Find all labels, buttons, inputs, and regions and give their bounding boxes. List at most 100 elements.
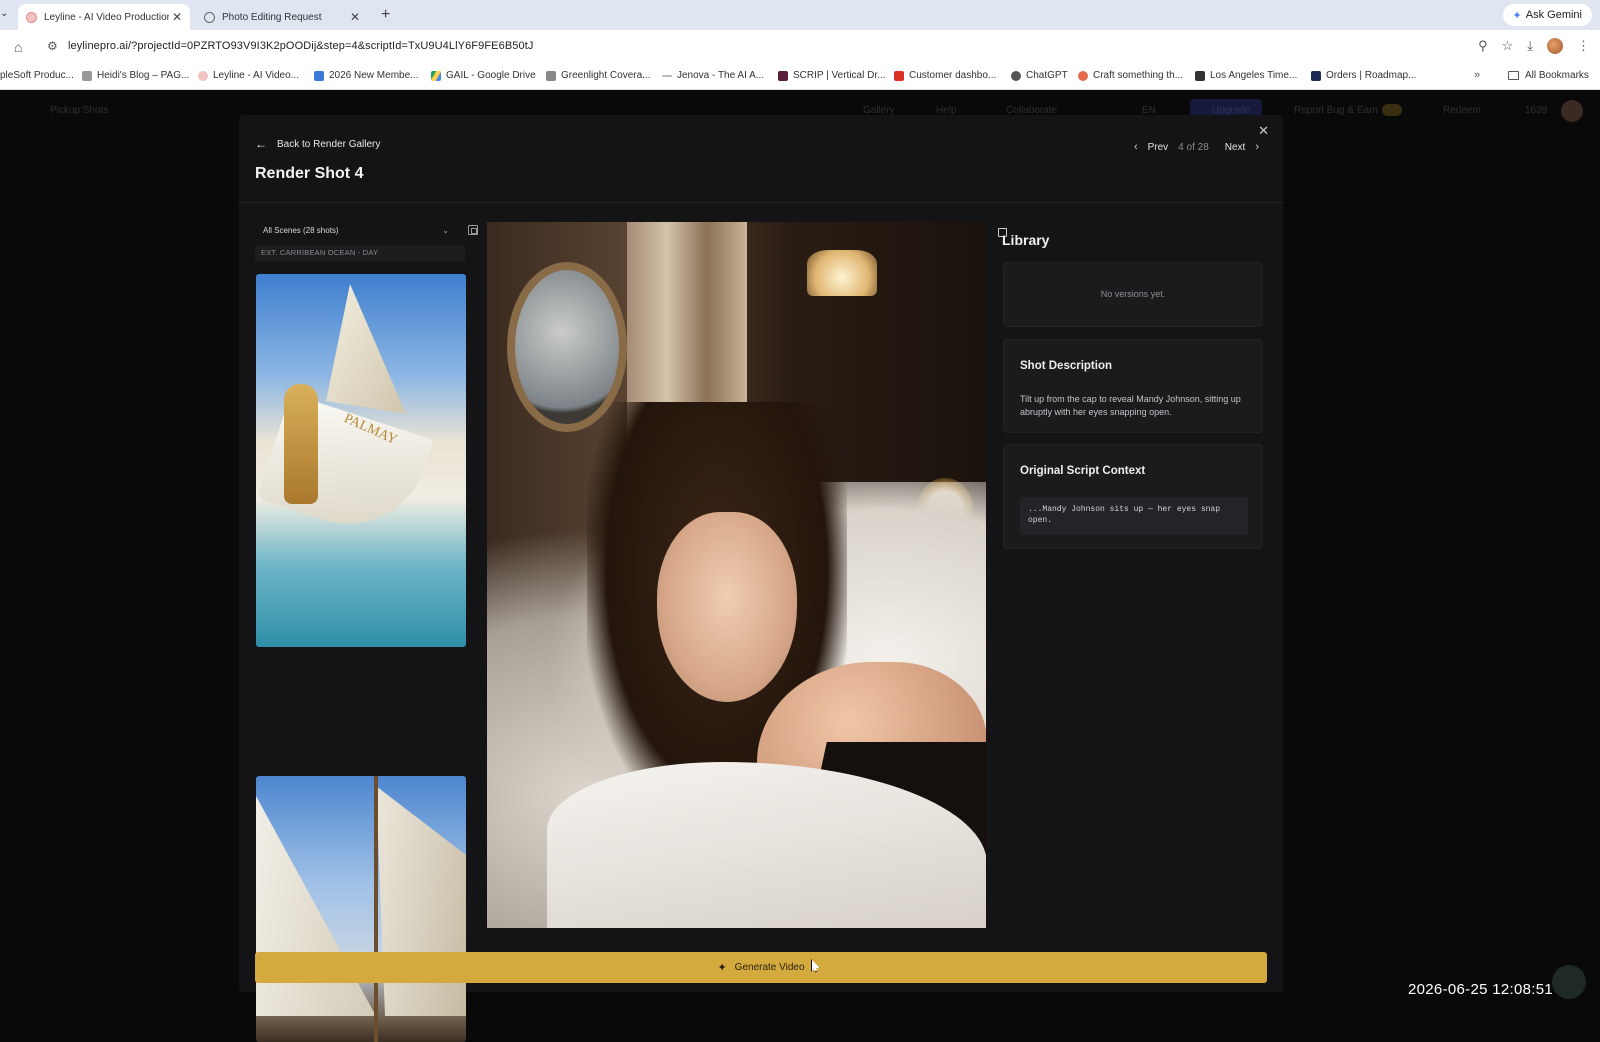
all-bookmarks-label: All Bookmarks bbox=[1525, 70, 1589, 81]
back-label: Back to Render Gallery bbox=[277, 138, 381, 150]
bookmark-label: pleSoft Produc... bbox=[0, 70, 74, 81]
shot-pager: ‹ Prev 4 of 28 Next › bbox=[1134, 141, 1259, 153]
tab-close-icon[interactable]: ✕ bbox=[172, 10, 182, 24]
gemini-sparkle-icon: ✦ bbox=[1512, 9, 1522, 22]
tab-list-chevron-icon[interactable]: ⌄ bbox=[0, 8, 8, 19]
nav-report-bug[interactable]: Report Bug & Earn bbox=[1294, 105, 1378, 116]
bookmark-favicon-icon bbox=[82, 70, 92, 81]
bookmark-favicon-icon bbox=[778, 70, 788, 81]
bookmark-label: Jenova - The AI A... bbox=[677, 70, 765, 81]
next-button[interactable]: Next bbox=[1225, 142, 1246, 153]
zoom-icon[interactable]: ⚲ bbox=[1478, 38, 1488, 54]
bookmark-favicon-icon bbox=[1311, 70, 1321, 81]
back-to-gallery-link[interactable]: ← Back to Render Gallery bbox=[255, 137, 380, 151]
bookmark-item[interactable]: Heidi's Blog – PAG... bbox=[82, 70, 189, 81]
shot-description-title: Shot Description bbox=[1020, 360, 1113, 372]
bookmark-label: 2026 New Membe... bbox=[329, 70, 419, 81]
bookmark-favicon-icon bbox=[662, 74, 672, 77]
bookmark-label: SCRIP | Vertical Dr... bbox=[793, 70, 886, 81]
tab-close-icon[interactable]: ✕ bbox=[350, 10, 360, 24]
render-shot-modal: ✕ ← Back to Render Gallery Render Shot 4… bbox=[239, 115, 1283, 1042]
ask-gemini-button[interactable]: ✦ Ask Gemini bbox=[1502, 4, 1592, 26]
bookmark-item[interactable]: 2026 New Membe... bbox=[314, 70, 419, 81]
layout-toggle-icon[interactable] bbox=[468, 225, 478, 235]
folder-icon bbox=[1508, 71, 1519, 80]
bookmark-label: Los Angeles Time... bbox=[1210, 70, 1298, 81]
bookmark-favicon-icon bbox=[546, 70, 556, 81]
bookmark-item[interactable]: Los Angeles Time... bbox=[1195, 70, 1297, 81]
script-context-title: Original Script Context bbox=[1020, 465, 1146, 477]
scene-select-value: All Scenes (28 shots) bbox=[263, 225, 339, 235]
address-bar: ⌂ ⚙ leylinepro.ai/?projectId=0PZRTO93V9I… bbox=[0, 30, 1600, 64]
all-bookmarks-folder[interactable]: All Bookmarks bbox=[1508, 70, 1589, 81]
home-icon[interactable]: ⌂ bbox=[14, 39, 22, 55]
bookmarks-bar: pleSoft Produc... Heidi's Blog – PAG... … bbox=[0, 64, 1600, 90]
bookmark-favicon-icon bbox=[1195, 70, 1205, 81]
sail-shape bbox=[326, 284, 406, 414]
shot-thumbnail[interactable] bbox=[256, 776, 466, 1042]
bookmark-label: Craft something th... bbox=[1093, 70, 1184, 81]
generate-video-label: Generate Video bbox=[734, 962, 805, 973]
chatgpt-icon bbox=[1011, 70, 1021, 81]
nav-redeem[interactable]: Redeem bbox=[1443, 105, 1481, 116]
bookmark-label: Heidi's Blog – PAG... bbox=[97, 70, 190, 81]
browser-tab-photo-editing[interactable]: Photo Editing Request ✕ bbox=[196, 4, 368, 30]
globe-favicon-icon bbox=[204, 11, 215, 23]
more-bookmarks-icon[interactable]: » bbox=[1474, 69, 1480, 81]
sail-shape bbox=[256, 796, 376, 1016]
script-context-text: ...Mandy Johnson sits up — her eyes snap… bbox=[1020, 497, 1248, 535]
bookmark-favicon-icon bbox=[198, 70, 208, 81]
page-title: Render Shot 4 bbox=[255, 165, 364, 182]
face-shape bbox=[657, 512, 797, 702]
library-versions-card: No versions yet. bbox=[1003, 262, 1263, 327]
leyline-favicon-icon bbox=[26, 11, 37, 23]
bookmark-label: Customer dashbo... bbox=[909, 70, 997, 81]
bookmark-item[interactable]: Craft something th... bbox=[1078, 70, 1183, 81]
bookmark-item[interactable]: Leyline - AI Video... bbox=[198, 70, 299, 81]
bookmark-item[interactable]: Customer dashbo... bbox=[894, 70, 996, 81]
close-icon[interactable]: ✕ bbox=[1258, 123, 1269, 139]
empty-versions-message: No versions yet. bbox=[1100, 289, 1166, 299]
chat-bubble-icon[interactable] bbox=[1552, 965, 1586, 999]
bookmark-favicon-icon bbox=[894, 70, 904, 81]
bookmark-item[interactable]: SCRIP | Vertical Dr... bbox=[778, 70, 885, 81]
site-settings-icon[interactable]: ⚙ bbox=[47, 39, 58, 53]
google-drive-icon bbox=[431, 70, 441, 81]
bookmark-favicon-icon bbox=[314, 70, 324, 81]
bookmark-label: GAIL - Google Drive bbox=[446, 70, 536, 81]
arrow-left-icon: ← bbox=[255, 137, 267, 151]
bookmark-item[interactable]: pleSoft Produc... bbox=[0, 70, 74, 81]
lamp-shape bbox=[807, 250, 877, 296]
bookmark-item[interactable]: Jenova - The AI A... bbox=[662, 70, 764, 81]
download-icon[interactable]: ⤓ bbox=[1527, 38, 1533, 54]
scene-heading: EXT. CARRIBEAN OCEAN - DAY bbox=[255, 245, 465, 261]
profile-avatar[interactable] bbox=[1547, 38, 1563, 54]
browser-tab-leyline[interactable]: Leyline - AI Video Production ✕ bbox=[18, 4, 190, 30]
address-bar-actions: ⚲ ☆ ⤓ ⋮ bbox=[1478, 38, 1590, 54]
user-avatar[interactable] bbox=[1561, 100, 1583, 122]
bookmark-item[interactable]: GAIL - Google Drive bbox=[431, 70, 536, 81]
chevron-right-icon[interactable]: › bbox=[1255, 141, 1259, 153]
scene-filter-select[interactable]: All Scenes (28 shots) ⌄ bbox=[255, 219, 457, 241]
shot-description-card: Shot Description Tilt up from the cap to… bbox=[1003, 339, 1263, 433]
browser-tab-bar: ⌄ Leyline - AI Video Production ✕ Photo … bbox=[0, 0, 1600, 30]
reward-badge bbox=[1382, 104, 1402, 116]
bookmark-item[interactable]: Orders | Roadmap... bbox=[1311, 70, 1416, 81]
bookmark-item[interactable]: ChatGPT bbox=[1011, 70, 1068, 81]
url-field[interactable]: leylinepro.ai/?projectId=0PZRTO93V9I3K2p… bbox=[68, 40, 533, 52]
generate-video-button[interactable]: ✦ Generate Video bbox=[255, 952, 1267, 983]
new-tab-icon[interactable]: + bbox=[381, 6, 390, 24]
credits-count: 1639 bbox=[1525, 105, 1548, 116]
chevron-left-icon[interactable]: ‹ bbox=[1134, 141, 1138, 153]
shot-thumbnail[interactable]: PALMAY bbox=[256, 274, 466, 647]
bookmark-label: Leyline - AI Video... bbox=[213, 70, 299, 81]
shot-description-text: Tilt up from the cap to reveal Mandy Joh… bbox=[1020, 394, 1241, 417]
nav-pickup-shots[interactable]: Pickup Shots bbox=[50, 105, 108, 116]
bookmark-item[interactable]: Greenlight Covera... bbox=[546, 70, 651, 81]
render-preview-image[interactable] bbox=[487, 222, 986, 928]
tab-label: Photo Editing Request bbox=[222, 11, 322, 23]
shot-counter: 4 of 28 bbox=[1178, 141, 1209, 153]
bookmark-star-icon[interactable]: ☆ bbox=[1502, 38, 1514, 54]
browser-menu-icon[interactable]: ⋮ bbox=[1577, 38, 1590, 54]
prev-button[interactable]: Prev bbox=[1148, 142, 1169, 153]
